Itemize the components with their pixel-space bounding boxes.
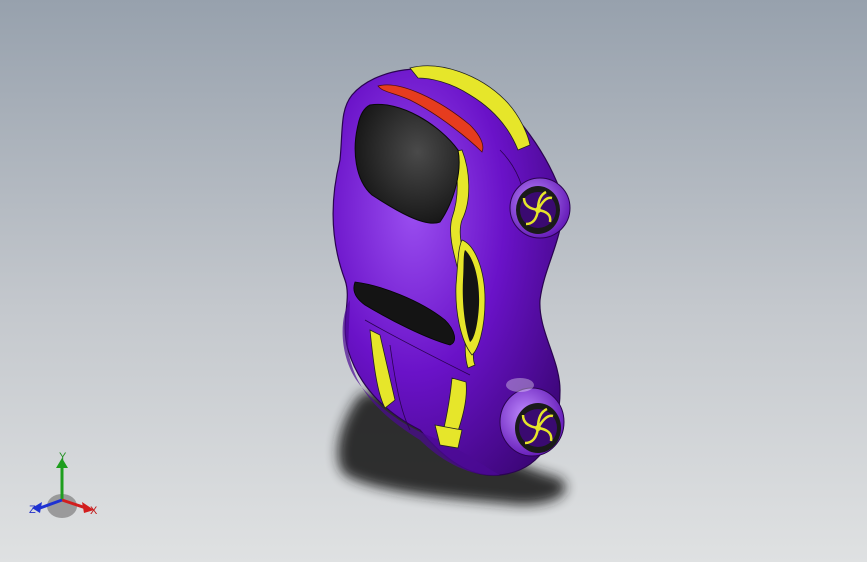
body-highlight — [506, 378, 534, 392]
z-axis-label: Z — [29, 504, 36, 516]
3d-model-view[interactable] — [0, 0, 867, 562]
rear-wheel — [509, 177, 571, 239]
front-wheel — [499, 387, 565, 457]
y-axis-label: Y — [59, 451, 67, 463]
reference-triad — [32, 458, 94, 518]
x-axis-label: X — [90, 505, 98, 517]
graphics-viewport[interactable]: Y Z X — [0, 0, 867, 562]
